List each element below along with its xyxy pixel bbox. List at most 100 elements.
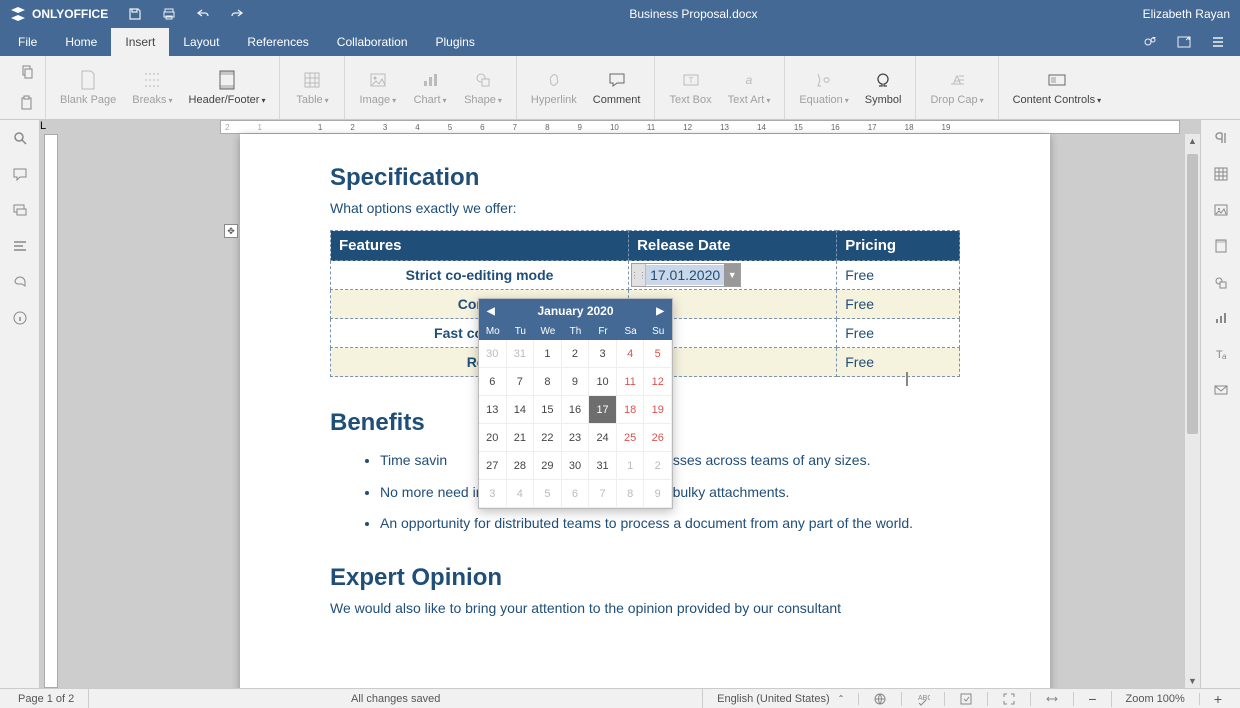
calendar-day[interactable]: 23: [562, 424, 590, 452]
calendar-day[interactable]: 22: [534, 424, 562, 452]
blank-page-button[interactable]: Blank Page: [52, 56, 124, 119]
calendar-day[interactable]: 3: [479, 480, 507, 508]
table-button[interactable]: Table▾: [286, 56, 338, 119]
menu-more-icon[interactable]: [1210, 34, 1226, 50]
menu-tab-plugins[interactable]: Plugins: [422, 28, 489, 56]
search-icon[interactable]: [12, 130, 28, 146]
table-move-handle[interactable]: ✥: [224, 224, 238, 238]
pricing-cell[interactable]: Free: [837, 348, 960, 377]
calendar-day[interactable]: 11: [617, 368, 645, 396]
chat-panel-icon[interactable]: [12, 202, 28, 218]
scroll-up-icon[interactable]: ▲: [1185, 134, 1200, 148]
menu-tab-layout[interactable]: Layout: [169, 28, 233, 56]
calendar-day[interactable]: 15: [534, 396, 562, 424]
calendar-day[interactable]: 5: [644, 340, 672, 368]
header-footer-button[interactable]: Header/Footer▾: [181, 56, 274, 119]
calendar-day[interactable]: 12: [644, 368, 672, 396]
pricing-cell[interactable]: Free: [837, 290, 960, 319]
menu-tab-file[interactable]: File: [4, 28, 51, 56]
date-control-drag-icon[interactable]: ⋮⋮: [632, 264, 646, 286]
pricing-cell[interactable]: Free: [837, 319, 960, 348]
calendar-day[interactable]: 8: [617, 480, 645, 508]
document-area[interactable]: L 2112345678910111213141516171819 Specif…: [40, 120, 1200, 688]
about-icon[interactable]: [12, 310, 28, 326]
zoom-level[interactable]: Zoom 100%: [1112, 693, 1200, 705]
calendar-day[interactable]: 1: [617, 452, 645, 480]
menu-tab-collaboration[interactable]: Collaboration: [323, 28, 422, 56]
track-changes-icon[interactable]: [945, 692, 988, 706]
calendar-day[interactable]: 19: [644, 396, 672, 424]
calendar-day[interactable]: 2: [644, 452, 672, 480]
spellcheck-globe-icon[interactable]: [859, 692, 902, 706]
calendar-day[interactable]: 25: [617, 424, 645, 452]
menu-tab-home[interactable]: Home: [51, 28, 111, 56]
release-date-cell[interactable]: ⋮⋮ 17.01.2020 ▼: [629, 261, 837, 290]
date-content-control[interactable]: ⋮⋮ 17.01.2020 ▼: [631, 263, 741, 287]
text-art-settings-icon[interactable]: Ta: [1213, 346, 1229, 362]
content-controls-button[interactable]: Content Controls▾: [1005, 56, 1110, 119]
feature-cell[interactable]: Strict co-editing mode: [331, 261, 629, 290]
image-button[interactable]: Image▾: [351, 56, 404, 119]
chart-button[interactable]: Chart▾: [404, 56, 456, 119]
text-box-button[interactable]: TText Box: [661, 56, 719, 119]
calendar-day[interactable]: 30: [562, 452, 590, 480]
calendar-day[interactable]: 4: [507, 480, 535, 508]
zoom-in-button[interactable]: +: [1200, 691, 1236, 707]
feedback-icon[interactable]: [12, 274, 28, 290]
pricing-cell[interactable]: Free: [837, 261, 960, 290]
calendar-day[interactable]: 29: [534, 452, 562, 480]
date-control-value[interactable]: 17.01.2020: [646, 265, 724, 285]
calendar-day[interactable]: 14: [507, 396, 535, 424]
open-location-icon[interactable]: [1176, 34, 1192, 50]
table-settings-icon[interactable]: [1213, 166, 1229, 182]
calendar-day[interactable]: 4: [617, 340, 645, 368]
date-control-dropdown-icon[interactable]: ▼: [724, 264, 740, 286]
calendar-day[interactable]: 6: [479, 368, 507, 396]
navigation-panel-icon[interactable]: [12, 238, 28, 254]
drop-cap-button[interactable]: ADrop Cap▾: [922, 56, 991, 119]
vertical-scrollbar[interactable]: ▲ ▼: [1184, 134, 1200, 688]
calendar-day[interactable]: 31: [507, 340, 535, 368]
calendar-day[interactable]: 30: [479, 340, 507, 368]
calendar-day[interactable]: 13: [479, 396, 507, 424]
save-icon[interactable]: [128, 7, 142, 21]
table-row[interactable]: Strict co-editing mode ⋮⋮ 17.01.2020 ▼ F…: [331, 261, 960, 290]
calendar-prev-icon[interactable]: ◀: [487, 306, 495, 317]
calendar-day[interactable]: 27: [479, 452, 507, 480]
calendar-day[interactable]: 24: [589, 424, 617, 452]
share-icon[interactable]: [1142, 34, 1158, 50]
list-item[interactable]: An opportunity for distributed teams to …: [380, 508, 960, 540]
header-footer-settings-icon[interactable]: [1213, 238, 1229, 254]
calendar-day[interactable]: 26: [644, 424, 672, 452]
text-art-button[interactable]: aText Art▾: [720, 56, 779, 119]
mail-merge-icon[interactable]: [1213, 382, 1229, 398]
calendar-day[interactable]: 2: [562, 340, 590, 368]
calendar-day[interactable]: 31: [589, 452, 617, 480]
horizontal-ruler[interactable]: 2112345678910111213141516171819: [220, 120, 1180, 134]
page-indicator[interactable]: Page 1 of 2: [4, 689, 89, 708]
calendar-day[interactable]: 18: [617, 396, 645, 424]
calendar-day[interactable]: 5: [534, 480, 562, 508]
comments-panel-icon[interactable]: [12, 166, 28, 182]
calendar-day[interactable]: 9: [562, 368, 590, 396]
equation-button[interactable]: Equation▾: [791, 56, 856, 119]
fit-page-icon[interactable]: [988, 692, 1031, 706]
user-name[interactable]: Elizabeth Rayan: [1143, 7, 1230, 21]
calendar-day[interactable]: 3: [589, 340, 617, 368]
calendar-day[interactable]: 8: [534, 368, 562, 396]
copy-icon[interactable]: [19, 64, 35, 80]
menu-tab-insert[interactable]: Insert: [111, 28, 169, 56]
fit-width-icon[interactable]: [1031, 692, 1074, 706]
print-icon[interactable]: [162, 7, 176, 21]
undo-icon[interactable]: [196, 7, 210, 21]
calendar-day[interactable]: 21: [507, 424, 535, 452]
calendar-day[interactable]: 9: [644, 480, 672, 508]
calendar-day[interactable]: 17: [589, 396, 617, 424]
redo-icon[interactable]: [230, 7, 244, 21]
menu-tab-references[interactable]: References: [233, 28, 322, 56]
paragraph-settings-icon[interactable]: [1213, 130, 1229, 146]
calendar-day[interactable]: 20: [479, 424, 507, 452]
scroll-down-icon[interactable]: ▼: [1185, 674, 1200, 688]
image-settings-icon[interactable]: [1213, 202, 1229, 218]
zoom-out-button[interactable]: −: [1074, 691, 1111, 707]
